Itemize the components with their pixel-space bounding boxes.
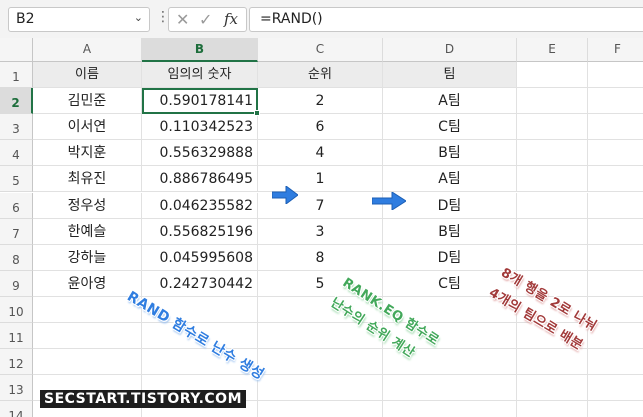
table-cell[interactable]: 0.045995608 [142,244,258,271]
table-cell[interactable]: 0.556329888 [142,140,258,167]
table-cell[interactable]: B팀 [383,218,517,245]
table-cell[interactable]: D팀 [383,244,517,271]
empty-cell[interactable] [588,114,643,141]
selected-cell[interactable]: 0.590178141 [142,88,258,115]
table-header-cell[interactable]: 임의의 숫자 [142,62,258,89]
formula-tools: ✕ ✓ fx [168,7,247,32]
empty-cell[interactable] [33,323,142,350]
empty-cell[interactable] [517,218,588,245]
empty-cell[interactable] [517,114,588,141]
empty-cell[interactable] [258,375,383,402]
table-cell[interactable]: 윤아영 [33,270,142,297]
empty-cell[interactable] [588,140,643,167]
row-header-12[interactable]: 12 [0,349,33,376]
name-box[interactable]: B2 ⌄ [8,7,150,32]
empty-cell[interactable] [517,375,588,402]
formula-text: =RAND() [260,11,323,27]
fill-handle[interactable] [254,110,260,117]
row-header-2[interactable]: 2 [0,88,33,115]
empty-cell[interactable] [517,401,588,417]
column-header-d[interactable]: D [383,38,517,62]
table-cell[interactable]: 0.556825196 [142,218,258,245]
row-header-5[interactable]: 5 [0,166,33,193]
table-cell[interactable]: 최유진 [33,166,142,193]
arrow-right-icon [372,192,406,210]
column-header-b[interactable]: B [142,38,258,62]
row-header-14[interactable]: 14 [0,401,33,417]
empty-cell[interactable] [258,401,383,417]
empty-cell[interactable] [588,349,643,376]
empty-cell[interactable] [517,88,588,115]
table-cell[interactable]: 2 [258,88,383,115]
empty-cell[interactable] [588,401,643,417]
table-cell[interactable]: B팀 [383,140,517,167]
column-header-c[interactable]: C [258,38,383,62]
table-cell[interactable]: A팀 [383,88,517,115]
arrow-right-icon [272,186,298,204]
name-box-value: B2 [16,11,35,27]
empty-cell[interactable] [517,244,588,271]
formula-bar: B2 ⌄ ⋮ ✕ ✓ fx =RAND() [0,0,643,38]
cancel-icon[interactable]: ✕ [176,10,189,29]
empty-cell[interactable] [588,375,643,402]
row-header-6[interactable]: 6 [0,192,33,219]
table-cell[interactable]: 6 [258,114,383,141]
row-header-10[interactable]: 10 [0,296,33,323]
empty-cell[interactable] [517,166,588,193]
column-header-e[interactable]: E [517,38,588,62]
table-cell[interactable]: 3 [258,218,383,245]
table-cell[interactable]: 0.046235582 [142,192,258,219]
table-cell[interactable]: A팀 [383,166,517,193]
empty-cell[interactable] [588,62,643,89]
empty-cell[interactable] [383,401,517,417]
table-cell[interactable]: 이서연 [33,114,142,141]
empty-cell[interactable] [517,192,588,219]
table-cell[interactable]: 정우성 [33,192,142,219]
empty-cell[interactable] [588,323,643,350]
row-header-3[interactable]: 3 [0,114,33,141]
table-cell[interactable]: 강하늘 [33,244,142,271]
table-header-cell[interactable]: 순위 [258,62,383,89]
select-all-corner[interactable] [0,38,33,62]
watermark: SECSTART.TISTORY.COM [40,390,247,408]
empty-cell[interactable] [588,88,643,115]
enter-icon[interactable]: ✓ [199,10,212,29]
insert-function-icon[interactable]: fx [224,10,238,28]
column-header-f[interactable]: F [588,38,643,62]
table-cell[interactable]: 0.110342523 [142,114,258,141]
table-cell[interactable]: 4 [258,140,383,167]
empty-cell[interactable] [258,349,383,376]
row-header-7[interactable]: 7 [0,218,33,245]
chevron-down-icon[interactable]: ⌄ [134,11,143,24]
table-cell[interactable]: 8 [258,244,383,271]
formula-input[interactable]: =RAND() [249,7,643,32]
row-header-4[interactable]: 4 [0,140,33,167]
table-cell[interactable]: 박지훈 [33,140,142,167]
table-header-cell[interactable]: 팀 [383,62,517,89]
column-header-a[interactable]: A [33,38,142,62]
row-header-8[interactable]: 8 [0,244,33,271]
empty-cell[interactable] [517,62,588,89]
empty-cell[interactable] [588,219,643,245]
empty-cell[interactable] [588,166,643,193]
empty-cell[interactable] [383,375,517,402]
table-cell[interactable]: 김민준 [33,88,142,115]
row-header-1[interactable]: 1 [0,62,33,89]
row-header-13[interactable]: 13 [0,375,33,402]
table-cell[interactable]: C팀 [383,114,517,141]
empty-cell[interactable] [588,193,643,219]
table-cell[interactable]: 한예슬 [33,218,142,245]
empty-cell[interactable] [588,245,643,271]
table-cell[interactable]: 0.886786495 [142,166,258,193]
empty-cell[interactable] [588,271,643,297]
row-header-9[interactable]: 9 [0,270,33,297]
empty-cell[interactable] [517,140,588,167]
table-cell[interactable]: 0.242730442 [142,270,258,297]
row-header-11[interactable]: 11 [0,323,33,350]
table-header-cell[interactable]: 이름 [33,62,142,89]
empty-cell[interactable] [33,349,142,376]
